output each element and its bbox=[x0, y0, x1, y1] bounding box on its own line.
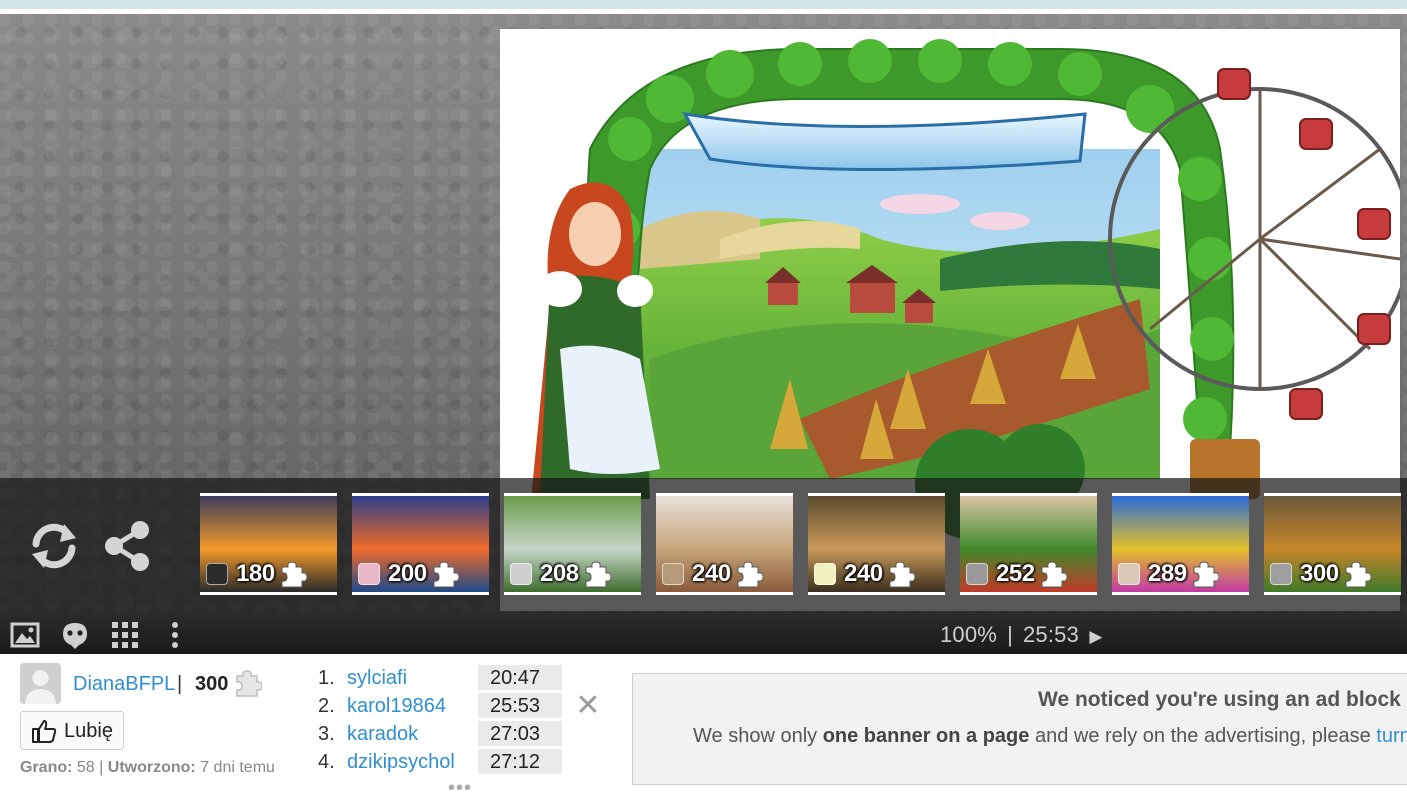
timer: 25:53 bbox=[1023, 622, 1080, 647]
ranking-more-button[interactable]: ••• bbox=[448, 777, 472, 797]
adblock-text-after: and we rely on the advertising, please bbox=[1029, 725, 1377, 747]
ranking-time: 27:12 bbox=[478, 749, 562, 774]
puzzle-piece-icon bbox=[433, 561, 459, 588]
ranking-row: 1. sylciafi 20:47 bbox=[318, 665, 578, 691]
ranking-time: 25:53 bbox=[478, 693, 562, 718]
ranking-position: 3. bbox=[318, 723, 335, 745]
ranking-player-link[interactable]: dzikipsychol bbox=[347, 751, 455, 774]
author-separator: | bbox=[177, 673, 183, 695]
created-label: Utworzono: bbox=[107, 759, 196, 776]
thumbnail-piece-count: 252 bbox=[996, 560, 1035, 587]
thumbnail-badge: 200 bbox=[358, 560, 459, 588]
top-accent-bar bbox=[0, 0, 1407, 9]
thumbnail-badge: 300 bbox=[1270, 560, 1371, 588]
puzzle-thumbnail[interactable]: 208 bbox=[504, 493, 641, 595]
thumbnail-author-avatar bbox=[358, 563, 380, 585]
image-preview-icon[interactable] bbox=[10, 620, 40, 650]
puzzle-status: 100% | 25:53 ▶ bbox=[940, 622, 1103, 648]
thumbnail-author-avatar bbox=[1118, 563, 1140, 585]
ranking-row: 2. karol19864 25:53 bbox=[318, 693, 578, 719]
adblock-title: We noticed you're using an ad block bbox=[1038, 688, 1401, 711]
ranking-player-link[interactable]: karol19864 bbox=[347, 695, 446, 718]
ranking-position: 1. bbox=[318, 667, 335, 689]
puzzle-stage[interactable]: 180 200 208 240 240 252 289 300 bbox=[0, 14, 1407, 614]
refresh-icon[interactable] bbox=[26, 518, 82, 574]
more-options-icon[interactable] bbox=[160, 620, 190, 650]
related-puzzles-strip: 180 200 208 240 240 252 289 300 bbox=[0, 478, 1407, 614]
close-ranking-button[interactable]: ✕ bbox=[575, 691, 601, 721]
share-icon[interactable] bbox=[100, 518, 156, 574]
puzzle-thumbnail[interactable]: 180 bbox=[200, 493, 337, 595]
thumbnail-author-avatar bbox=[814, 563, 836, 585]
puzzle-piece-icon bbox=[1041, 561, 1067, 588]
ranking-list: 1. sylciafi 20:47 2. karol19864 25:53 3. karado… bbox=[318, 665, 578, 797]
user-silhouette-icon bbox=[20, 663, 61, 704]
thumbnail-author-avatar bbox=[966, 563, 988, 585]
puzzle-piece-icon bbox=[236, 670, 262, 697]
played-value: 58 bbox=[76, 759, 95, 776]
thumbnail-badge: 252 bbox=[966, 560, 1067, 588]
puzzle-piece-icon bbox=[281, 561, 307, 588]
puzzle-thumbnail[interactable]: 289 bbox=[1112, 493, 1249, 595]
thumbs-up-icon bbox=[32, 720, 57, 743]
ranking-time: 20:47 bbox=[478, 665, 562, 690]
ranking-row: 4. dzikipsychol 27:12 bbox=[318, 749, 578, 775]
puzzle-piece-icon bbox=[1345, 561, 1371, 588]
adblock-text-bold: one banner on a page bbox=[822, 725, 1030, 747]
play-icon[interactable]: ▶ bbox=[1089, 627, 1102, 647]
author-piece-count: 300 bbox=[195, 673, 229, 695]
puzzle-meta: Grano: 58 | Utworzono: 7 dni temu bbox=[20, 759, 275, 777]
thumbnail-piece-count: 180 bbox=[236, 560, 275, 587]
thumbnail-author-avatar bbox=[510, 563, 532, 585]
ranking-position: 4. bbox=[318, 751, 335, 773]
avatar[interactable] bbox=[20, 663, 61, 704]
thumbnail-author-avatar bbox=[1270, 563, 1292, 585]
puzzle-toolbar: 100% | 25:53 ▶ bbox=[0, 614, 1407, 654]
ghost-image-icon[interactable] bbox=[60, 620, 90, 650]
ranking-player-link[interactable]: karadok bbox=[347, 723, 418, 746]
thumbnail-piece-count: 208 bbox=[540, 560, 579, 587]
top-strip bbox=[0, 0, 1407, 14]
author-panel: DianaBFPL | 300 Lubię Grano: 58 | Utworz… bbox=[20, 663, 310, 783]
ranking-position: 2. bbox=[318, 695, 335, 717]
author-name-link[interactable]: DianaBFPL bbox=[73, 673, 175, 696]
thumbnail-piece-count: 289 bbox=[1148, 560, 1187, 587]
thumbnail-badge: 180 bbox=[206, 560, 307, 588]
played-label: Grano: bbox=[20, 759, 73, 776]
zoom-level: 100% bbox=[940, 622, 998, 647]
thumbnail-badge: 208 bbox=[510, 560, 611, 588]
thumbnail-piece-count: 300 bbox=[1300, 560, 1339, 587]
like-label: Lubię bbox=[64, 720, 113, 742]
adblock-text: We show only one banner on a page and we… bbox=[693, 725, 1407, 748]
ranking-time: 27:03 bbox=[478, 721, 562, 746]
meta-separator: | bbox=[99, 759, 104, 776]
puzzle-thumbnail[interactable]: 300 bbox=[1264, 493, 1401, 595]
puzzle-thumbnail[interactable]: 200 bbox=[352, 493, 489, 595]
puzzle-thumbnail[interactable]: 252 bbox=[960, 493, 1097, 595]
adblock-text-before: We show only bbox=[693, 725, 823, 747]
ranking-row: 3. karadok 27:03 bbox=[318, 721, 578, 747]
puzzle-piece-icon bbox=[1193, 561, 1219, 588]
thumbnail-author-avatar bbox=[662, 563, 684, 585]
thumbnail-piece-count: 200 bbox=[388, 560, 427, 587]
puzzle-piece-icon bbox=[585, 561, 611, 588]
puzzle-thumbnail[interactable]: 240 bbox=[808, 493, 945, 595]
adblock-notice: We noticed you're using an ad block We s… bbox=[632, 673, 1407, 785]
grid-icon[interactable] bbox=[110, 620, 140, 650]
strip-tools bbox=[26, 518, 156, 578]
thumbnail-piece-count: 240 bbox=[844, 560, 883, 587]
puzzle-piece-icon bbox=[737, 561, 763, 588]
puzzle-piece-icon bbox=[889, 561, 915, 588]
status-separator: | bbox=[1007, 622, 1013, 647]
thumbnail-badge: 289 bbox=[1118, 560, 1219, 588]
adblock-turn-off-link[interactable]: turn bbox=[1376, 725, 1407, 747]
thumbnail-piece-count: 240 bbox=[692, 560, 731, 587]
like-button[interactable]: Lubię bbox=[20, 711, 124, 750]
thumbnail-badge: 240 bbox=[814, 560, 915, 588]
thumbnail-badge: 240 bbox=[662, 560, 763, 588]
puzzle-thumbnail[interactable]: 240 bbox=[656, 493, 793, 595]
created-value: 7 dni temu bbox=[200, 759, 275, 776]
ranking-player-link[interactable]: sylciafi bbox=[347, 667, 407, 690]
thumbnail-author-avatar bbox=[206, 563, 228, 585]
